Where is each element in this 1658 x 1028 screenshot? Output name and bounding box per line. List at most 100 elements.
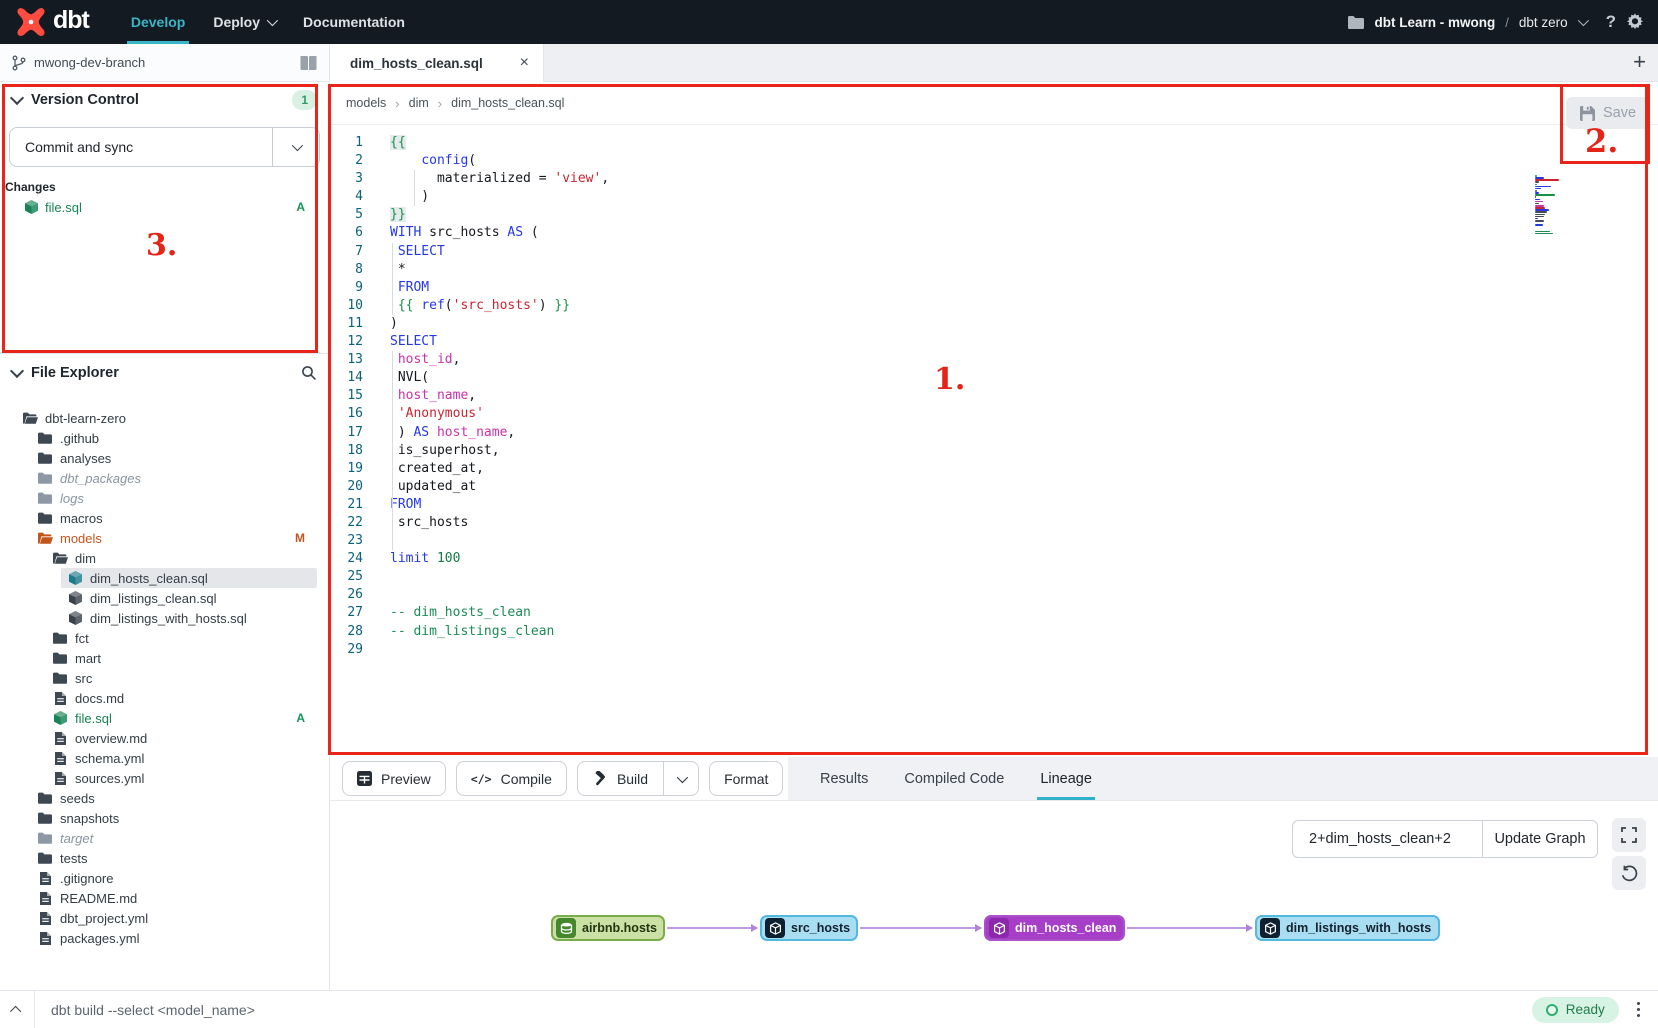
chevron-down-icon[interactable] (10, 91, 24, 105)
editor-minimap[interactable] (1535, 175, 1561, 237)
code-line-14[interactable]: 14 NVL( (330, 369, 1658, 387)
new-tab-button[interactable]: + (1633, 49, 1646, 75)
tree-item-dim-hosts-clean-sql[interactable]: dim_hosts_clean.sql (61, 568, 317, 588)
compile-button[interactable]: </>Compile (456, 761, 567, 796)
tree-item-tests[interactable]: tests (0, 848, 329, 868)
gear-icon[interactable] (1626, 13, 1644, 31)
project-name[interactable]: dbt Learn - mwong (1374, 15, 1495, 30)
tree-item-dim-listings-clean-sql[interactable]: dim_listings_clean.sql (0, 588, 329, 608)
tree-item-file-sql[interactable]: file.sqlA (0, 708, 329, 728)
tree-item-macros[interactable]: macros (0, 508, 329, 528)
code-line-15[interactable]: 15 host_name, (330, 387, 1658, 405)
tree-item-packages-yml[interactable]: packages.yml (0, 928, 329, 948)
code-line-26[interactable]: 26 (330, 586, 1658, 604)
command-input[interactable] (35, 1001, 1532, 1019)
tree-item-label: logs (60, 491, 84, 506)
lineage-node-src-hosts[interactable]: src_hosts (760, 915, 858, 941)
tree-item-seeds[interactable]: seeds (0, 788, 329, 808)
breadcrumb-models[interactable]: models (346, 96, 386, 110)
code-line-29[interactable]: 29 (330, 641, 1658, 659)
code-line-2[interactable]: 2 config( (330, 152, 1658, 170)
code-line-21[interactable]: 21FROM (330, 496, 1658, 514)
code-line-13[interactable]: 13 host_id, (330, 351, 1658, 369)
build-options-dropdown[interactable] (663, 762, 698, 795)
lineage-node-airbnb-hosts[interactable]: airbnb.hosts (551, 915, 665, 941)
code-line-12[interactable]: 12SELECT (330, 333, 1658, 351)
tree-item--github[interactable]: .github (0, 428, 329, 448)
code-line-5[interactable]: 5}} (330, 206, 1658, 224)
version-control-header[interactable]: Version Control 1 (0, 82, 329, 118)
tree-item-analyses[interactable]: analyses (0, 448, 329, 468)
close-icon[interactable]: × (520, 54, 529, 72)
tab-compiled-code[interactable]: Compiled Code (901, 757, 1007, 800)
format-button[interactable]: Format (709, 761, 783, 796)
code-line-19[interactable]: 19 created_at, (330, 460, 1658, 478)
tree-item-sources-yml[interactable]: sources.yml (0, 768, 329, 788)
code-line-23[interactable]: 23 (330, 532, 1658, 550)
tree-item-overview-md[interactable]: overview.md (0, 728, 329, 748)
tree-item-docs-md[interactable]: docs.md (0, 688, 329, 708)
nav-deploy[interactable]: Deploy (199, 0, 289, 44)
code-line-6[interactable]: 6WITH src_hosts AS ( (330, 224, 1658, 242)
code-line-28[interactable]: 28-- dim_listings_clean (330, 623, 1658, 641)
tab-dim-hosts-clean[interactable]: dim_hosts_clean.sql × (330, 44, 544, 82)
tree-item-dbt-packages[interactable]: dbt_packages (0, 468, 329, 488)
code-editor[interactable]: 1{{2 config(3 materialized = 'view',4 )5… (330, 124, 1658, 757)
code-line-22[interactable]: 22 src_hosts (330, 514, 1658, 532)
code-line-7[interactable]: 7 SELECT (330, 243, 1658, 261)
code-line-9[interactable]: 9 FROM (330, 279, 1658, 297)
build-button[interactable]: Build (577, 761, 699, 796)
code-line-11[interactable]: 11) (330, 315, 1658, 333)
changed-file-row[interactable]: file.sql A (0, 197, 329, 217)
code-line-25[interactable]: 25 (330, 568, 1658, 586)
docs-book-icon[interactable] (300, 56, 317, 70)
tree-item-mart[interactable]: mart (0, 648, 329, 668)
commit-options-dropdown[interactable] (272, 128, 319, 166)
lineage-node-dim-listings-with-hosts[interactable]: dim_listings_with_hosts (1255, 915, 1440, 941)
code-line-3[interactable]: 3 materialized = 'view', (330, 170, 1658, 188)
tree-item-readme-md[interactable]: README.md (0, 888, 329, 908)
commit-and-sync-button[interactable]: Commit and sync (9, 127, 320, 167)
search-icon[interactable] (301, 365, 317, 381)
code-line-1[interactable]: 1{{ (330, 134, 1658, 152)
tab-results[interactable]: Results (817, 757, 871, 800)
help-icon[interactable]: ? (1606, 12, 1616, 32)
chevron-up-icon[interactable] (0, 991, 35, 1028)
nav-develop[interactable]: Develop (117, 0, 199, 44)
kebab-menu-icon[interactable] (1637, 1002, 1640, 1017)
branch-name[interactable]: mwong-dev-branch (34, 55, 145, 70)
preview-button[interactable]: Preview (342, 761, 446, 796)
code-line-17[interactable]: 17 ) AS host_name, (330, 424, 1658, 442)
tab-lineage[interactable]: Lineage (1037, 757, 1095, 800)
tree-item-snapshots[interactable]: snapshots (0, 808, 329, 828)
file-explorer-header[interactable]: File Explorer (0, 354, 329, 392)
tree-item-dim[interactable]: dim (0, 548, 329, 568)
nav-documentation[interactable]: Documentation (289, 0, 419, 44)
code-line-8[interactable]: 8 * (330, 261, 1658, 279)
tree-item-logs[interactable]: logs (0, 488, 329, 508)
lineage-node-dim-hosts-clean[interactable]: dim_hosts_clean (984, 915, 1125, 941)
code-line-24[interactable]: 24limit 100 (330, 550, 1658, 568)
code-line-18[interactable]: 18 is_superhost, (330, 442, 1658, 460)
tree-item-target[interactable]: target (0, 828, 329, 848)
dbt-logo[interactable]: dbt (16, 7, 89, 37)
tree-item-models[interactable]: modelsM (0, 528, 329, 548)
code-line-4[interactable]: 4 ) (330, 188, 1658, 206)
tree-item-fct[interactable]: fct (0, 628, 329, 648)
tree-item-dbt-learn-zero[interactable]: dbt-learn-zero (0, 408, 329, 428)
code-line-10[interactable]: 10 {{ ref('src_hosts') }} (330, 297, 1658, 315)
tree-item-dim-listings-with-hosts-sql[interactable]: dim_listings_with_hosts.sql (0, 608, 329, 628)
lineage-graph[interactable]: airbnb.hosts src_hosts dim_hosts_clean dim_… (330, 801, 1658, 990)
breadcrumb-file[interactable]: dim_hosts_clean.sql (451, 96, 564, 110)
chevron-down-icon[interactable] (10, 364, 24, 378)
chevron-down-icon[interactable] (1577, 15, 1588, 26)
code-line-20[interactable]: 20 updated_at (330, 478, 1658, 496)
tree-item--gitignore[interactable]: .gitignore (0, 868, 329, 888)
code-line-16[interactable]: 16 'Anonymous' (330, 405, 1658, 423)
tree-item-src[interactable]: src (0, 668, 329, 688)
tree-item-dbt-project-yml[interactable]: dbt_project.yml (0, 908, 329, 928)
code-line-27[interactable]: 27-- dim_hosts_clean (330, 604, 1658, 622)
breadcrumb-dim[interactable]: dim (409, 96, 429, 110)
environment-selector[interactable]: dbt zero (1519, 15, 1568, 30)
tree-item-schema-yml[interactable]: schema.yml (0, 748, 329, 768)
